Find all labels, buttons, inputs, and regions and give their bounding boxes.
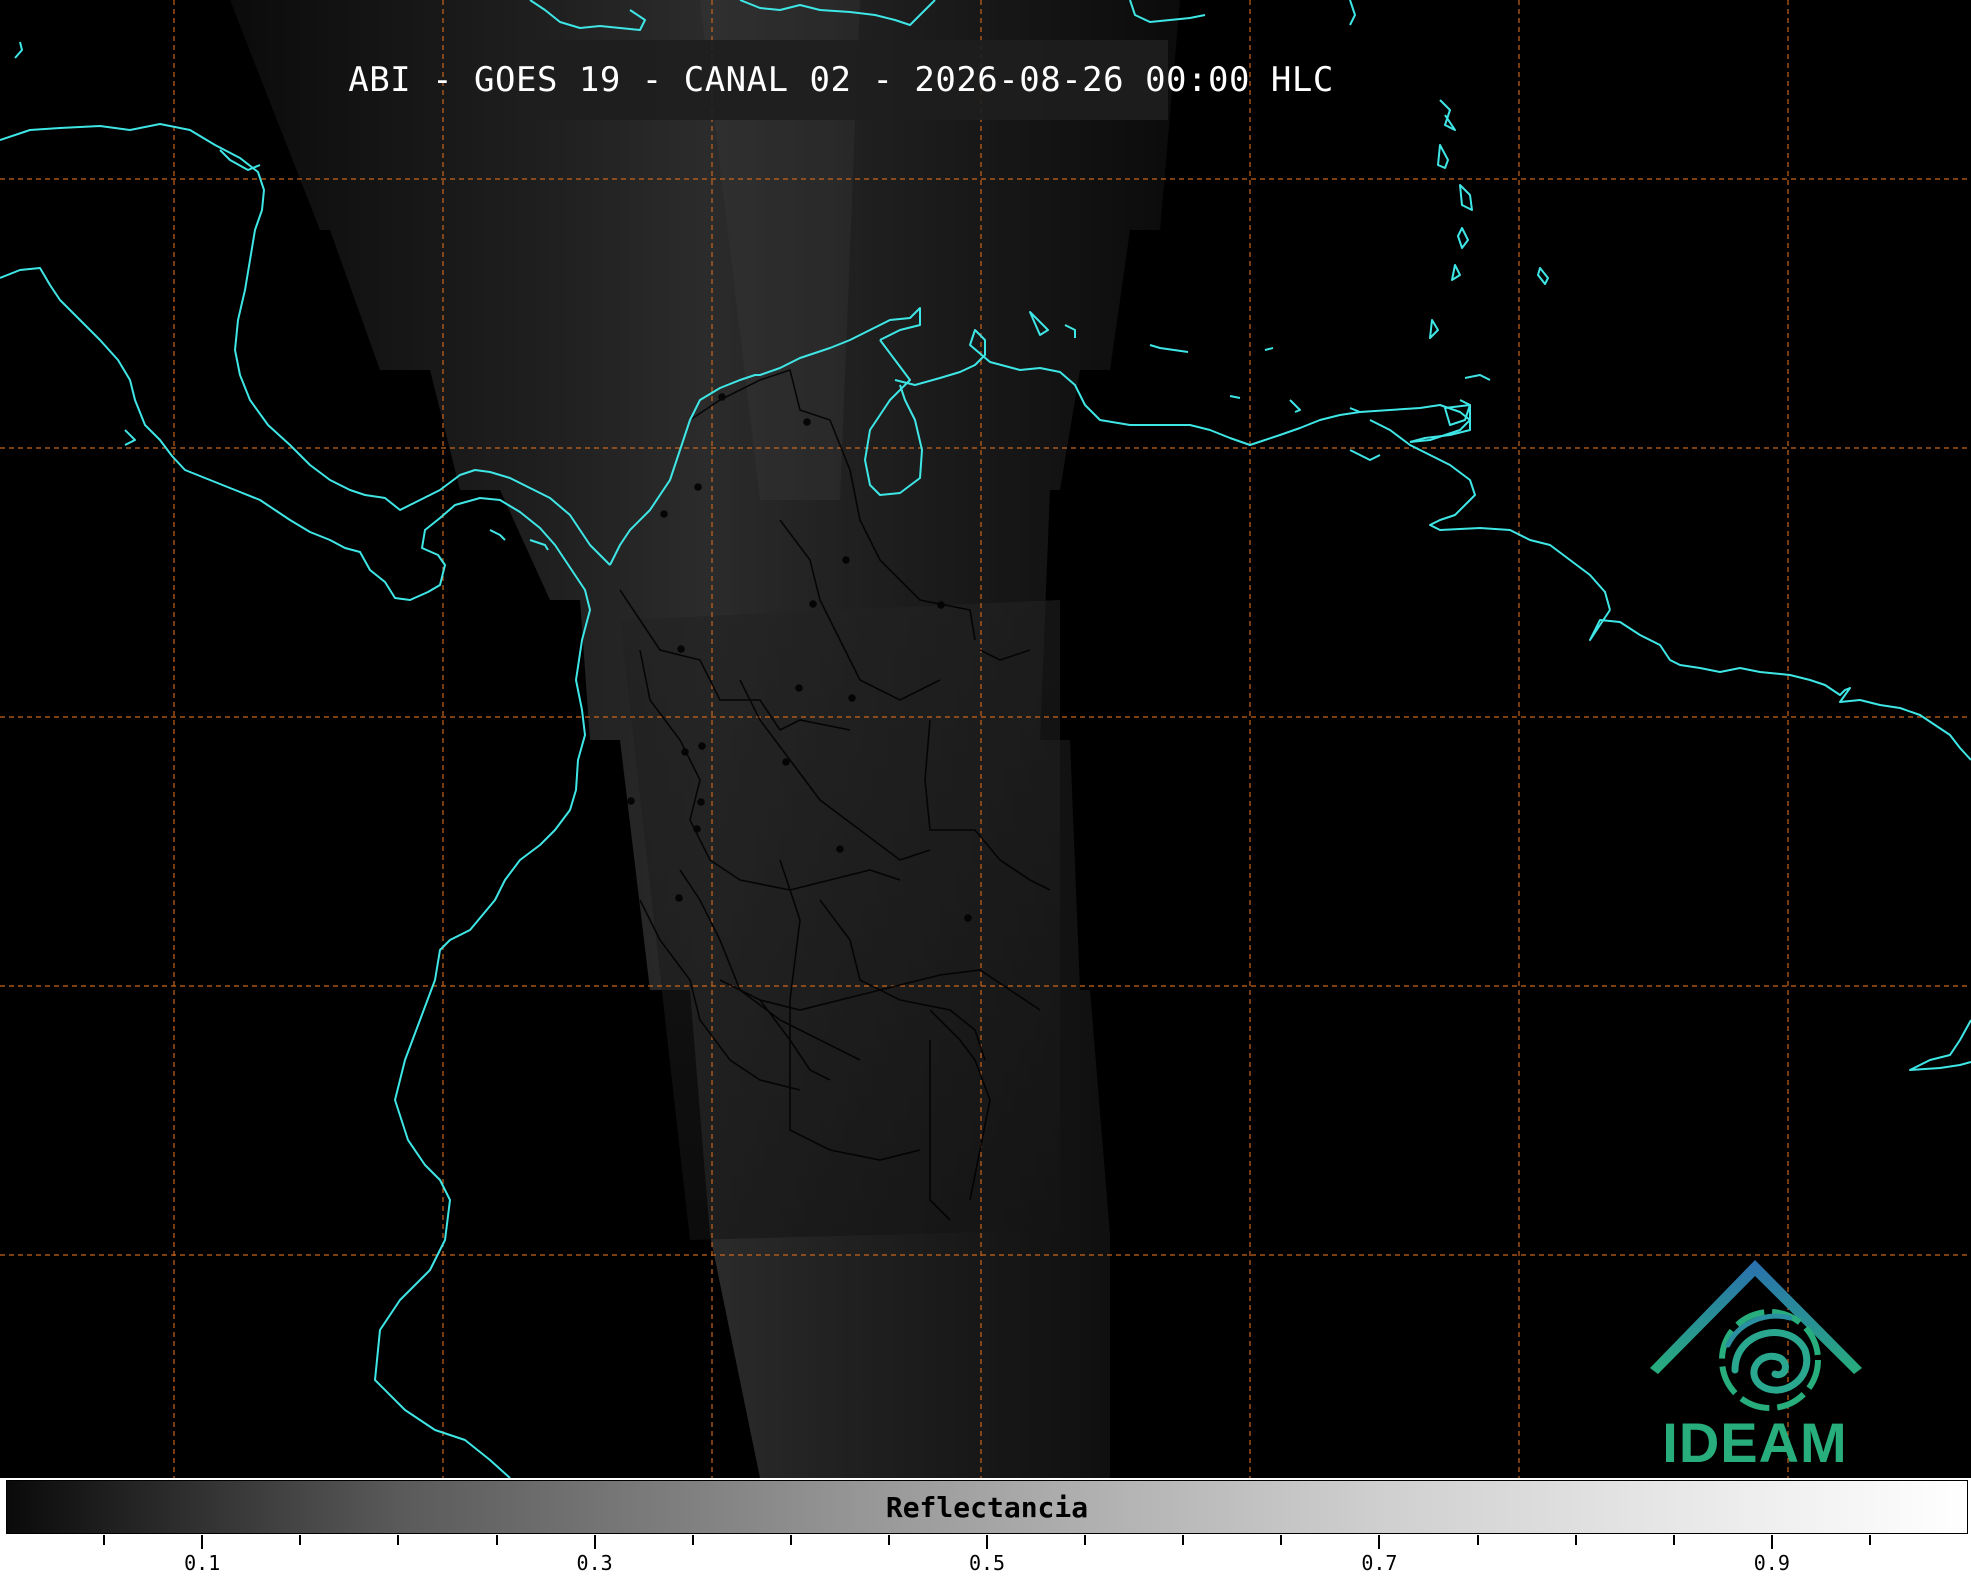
- colorbar: Reflectancia 0.1 0.3 0.5 0.7 0.9: [0, 1478, 1971, 1577]
- colorbar-minor-tick: [103, 1535, 106, 1545]
- title-panel: ABI - GOES 19 - CANAL 02 - 2026-08-26 00…: [348, 40, 1333, 120]
- colorbar-major-tick: [1770, 1535, 1773, 1549]
- colorbar-tick-label: 0.5: [968, 1551, 1006, 1575]
- colorbar-minor-tick: [1084, 1535, 1087, 1545]
- colorbar-minor-tick: [299, 1535, 302, 1545]
- reflectance-gradient: Reflectancia: [6, 1480, 1968, 1534]
- colorbar-tick-label: 0.1: [184, 1551, 221, 1575]
- colorbar-minor-tick: [1672, 1535, 1675, 1545]
- map-title: ABI - GOES 19 - CANAL 02 - 2026-08-26 00…: [348, 60, 1334, 100]
- colorbar-tick-label: 0.7: [1361, 1551, 1398, 1575]
- ideam-logo-text: IDEAM: [1662, 1411, 1848, 1474]
- colorbar-minor-tick: [1476, 1535, 1479, 1545]
- colorbar-tick-label: 0.9: [1753, 1551, 1790, 1575]
- colorbar-major-tick: [1378, 1535, 1381, 1549]
- colorbar-minor-tick: [691, 1535, 694, 1545]
- ideam-emblem-icon: [1650, 1260, 1862, 1411]
- colorbar-minor-tick: [397, 1535, 400, 1545]
- colorbar-minor-tick: [495, 1535, 498, 1545]
- satellite-map[interactable]: ABI - GOES 19 - CANAL 02 - 2026-08-26 00…: [0, 0, 1971, 1478]
- colorbar-minor-tick: [887, 1535, 890, 1545]
- colorbar-major-tick: [986, 1535, 988, 1549]
- colorbar-major-tick: [201, 1535, 204, 1549]
- colorbar-minor-tick: [789, 1535, 792, 1545]
- colorbar-minor-tick: [1574, 1535, 1577, 1545]
- colorbar-minor-tick: [1868, 1535, 1871, 1545]
- colorbar-label: Reflectancia: [885, 1491, 1089, 1524]
- colorbar-tick-label: 0.3: [576, 1551, 613, 1575]
- colorbar-major-tick: [593, 1535, 596, 1549]
- ideam-logo: IDEAM: [1640, 1250, 1870, 1475]
- colorbar-minor-tick: [1182, 1535, 1185, 1545]
- satellite-swath: [230, 0, 1180, 1478]
- colorbar-minor-tick: [1280, 1535, 1283, 1545]
